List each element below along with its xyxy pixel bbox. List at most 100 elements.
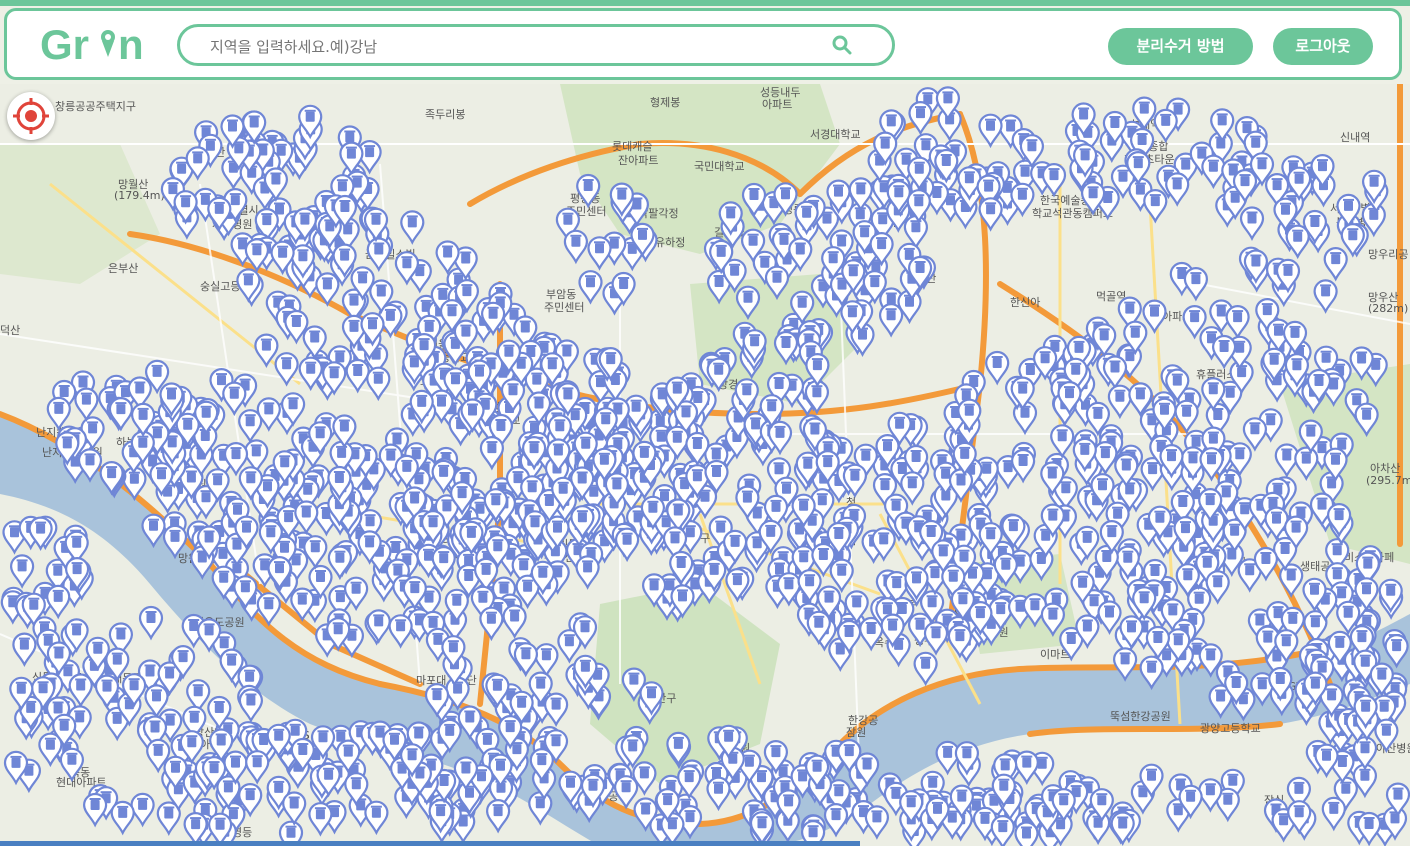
trash-bin-marker[interactable] bbox=[479, 436, 504, 471]
trash-bin-marker[interactable] bbox=[563, 229, 589, 265]
trash-bin-marker[interactable] bbox=[1165, 172, 1190, 207]
trash-bin-marker[interactable] bbox=[935, 740, 960, 776]
trash-bin-marker[interactable] bbox=[345, 358, 370, 394]
trash-bin-marker[interactable] bbox=[12, 632, 37, 668]
trash-bin-marker[interactable] bbox=[1142, 299, 1167, 335]
trash-bin-marker[interactable] bbox=[578, 270, 603, 305]
trash-bin-marker[interactable] bbox=[366, 237, 391, 272]
trash-bin-marker[interactable] bbox=[587, 236, 612, 271]
trash-bin-marker[interactable] bbox=[1153, 108, 1178, 144]
trash-bin-marker[interactable] bbox=[685, 431, 710, 467]
trash-bin-marker[interactable] bbox=[1029, 546, 1054, 582]
trash-bin-marker[interactable] bbox=[502, 604, 527, 639]
trash-bin-marker[interactable] bbox=[46, 584, 71, 620]
trash-bin-marker[interactable] bbox=[993, 552, 1018, 588]
trash-bin-marker[interactable] bbox=[1139, 655, 1164, 691]
trash-bin-marker[interactable] bbox=[130, 792, 155, 828]
trash-bin-marker[interactable] bbox=[1225, 305, 1250, 340]
trash-bin-marker[interactable] bbox=[294, 500, 319, 535]
trash-bin-marker[interactable] bbox=[913, 651, 938, 687]
trash-bin-marker[interactable] bbox=[222, 381, 247, 417]
trash-bin-marker[interactable] bbox=[1239, 206, 1265, 241]
trash-bin-marker[interactable] bbox=[923, 621, 949, 656]
trash-bin-marker[interactable] bbox=[1374, 718, 1399, 754]
trash-bin-marker[interactable] bbox=[1279, 563, 1304, 598]
trash-bin-marker[interactable] bbox=[256, 592, 281, 627]
search-input[interactable] bbox=[208, 33, 812, 61]
search-icon[interactable] bbox=[832, 35, 852, 55]
trash-bin-marker[interactable] bbox=[1384, 634, 1409, 669]
trash-bin-marker[interactable] bbox=[435, 240, 460, 275]
trash-bin-marker[interactable] bbox=[400, 210, 425, 245]
trash-bin-marker[interactable] bbox=[534, 643, 559, 678]
trash-bin-marker[interactable] bbox=[238, 688, 263, 723]
trash-bin-marker[interactable] bbox=[985, 350, 1010, 386]
trash-bin-marker[interactable] bbox=[141, 513, 166, 549]
trash-bin-marker[interactable] bbox=[864, 805, 890, 840]
trash-bin-marker[interactable] bbox=[162, 524, 188, 560]
trash-bin-marker[interactable] bbox=[59, 747, 85, 783]
trash-bin-marker[interactable] bbox=[1313, 279, 1338, 314]
trash-bin-marker[interactable] bbox=[1085, 810, 1111, 846]
trash-bin-marker[interactable] bbox=[327, 545, 352, 581]
trash-bin-marker[interactable] bbox=[364, 800, 389, 836]
trash-bin-marker[interactable] bbox=[1321, 796, 1346, 832]
trash-bin-marker[interactable] bbox=[764, 265, 790, 301]
trash-bin-marker[interactable] bbox=[1143, 189, 1168, 224]
trash-bin-marker[interactable] bbox=[1014, 750, 1039, 786]
trash-bin-marker[interactable] bbox=[878, 303, 904, 338]
trash-bin-marker[interactable] bbox=[388, 614, 413, 649]
logout-button[interactable]: 로그아웃 bbox=[1273, 28, 1373, 65]
trash-bin-marker[interactable] bbox=[613, 775, 639, 810]
trash-bin-marker[interactable] bbox=[46, 396, 71, 432]
trash-bin-marker[interactable] bbox=[978, 113, 1003, 149]
trash-bin-marker[interactable] bbox=[1014, 821, 1039, 846]
trash-bin-marker[interactable] bbox=[1050, 424, 1075, 459]
trash-bin-marker[interactable] bbox=[254, 333, 279, 369]
trash-bin-marker[interactable] bbox=[9, 554, 35, 589]
trash-bin-marker[interactable] bbox=[903, 215, 929, 250]
trash-bin-marker[interactable] bbox=[110, 800, 135, 836]
trash-bin-marker[interactable] bbox=[1354, 402, 1379, 438]
trash-bin-marker[interactable] bbox=[1285, 224, 1310, 260]
trash-bin-marker[interactable] bbox=[108, 397, 134, 432]
trash-bin-marker[interactable] bbox=[823, 803, 849, 838]
trash-bin-marker[interactable] bbox=[908, 101, 933, 136]
trash-bin-marker[interactable] bbox=[1107, 384, 1133, 420]
trash-bin-marker[interactable] bbox=[274, 352, 299, 387]
trash-bin-marker[interactable] bbox=[282, 791, 307, 826]
trash-bin-marker[interactable] bbox=[513, 642, 539, 677]
trash-bin-marker[interactable] bbox=[1041, 163, 1067, 198]
trash-bin-marker[interactable] bbox=[575, 555, 600, 590]
trash-bin-marker[interactable] bbox=[528, 791, 553, 826]
current-location-button[interactable] bbox=[7, 92, 55, 140]
trash-bin-marker[interactable] bbox=[366, 366, 391, 402]
trash-bin-marker[interactable] bbox=[77, 448, 103, 483]
trash-bin-marker[interactable] bbox=[677, 765, 702, 800]
trash-bin-marker[interactable] bbox=[735, 285, 761, 321]
trash-bin-marker[interactable] bbox=[1183, 267, 1209, 302]
trash-bin-marker[interactable] bbox=[315, 272, 340, 307]
trash-bin-marker[interactable] bbox=[138, 605, 164, 641]
trash-bin-marker[interactable] bbox=[576, 173, 601, 209]
trash-bin-marker[interactable] bbox=[82, 792, 108, 828]
trash-bin-marker[interactable] bbox=[1323, 247, 1348, 282]
trash-bin-marker[interactable] bbox=[1211, 334, 1237, 370]
trash-bin-marker[interactable] bbox=[1201, 154, 1226, 190]
recycle-guide-button[interactable]: 분리수거 방법 bbox=[1108, 28, 1253, 65]
trash-bin-marker[interactable] bbox=[74, 387, 99, 423]
trash-bin-marker[interactable] bbox=[543, 692, 569, 728]
trash-bin-marker[interactable] bbox=[308, 802, 333, 837]
trash-bin-marker[interactable] bbox=[1294, 446, 1319, 482]
map-view[interactable]: 창릉공공주택지구족두리봉형제봉성등내두아파트봉산망월산(179.4m)서울특별시… bbox=[0, 84, 1410, 846]
trash-bin-marker[interactable] bbox=[1242, 417, 1268, 452]
trash-bin-marker[interactable] bbox=[978, 197, 1003, 232]
trash-bin-marker[interactable] bbox=[1174, 399, 1199, 435]
trash-bin-marker[interactable] bbox=[706, 776, 731, 812]
trash-bin-marker[interactable] bbox=[990, 815, 1015, 846]
trash-bin-marker[interactable] bbox=[1112, 647, 1138, 682]
trash-bin-marker[interactable] bbox=[245, 750, 270, 785]
trash-bin-marker[interactable] bbox=[614, 527, 640, 563]
trash-bin-marker[interactable] bbox=[829, 558, 854, 594]
trash-bin-marker[interactable] bbox=[486, 799, 511, 834]
